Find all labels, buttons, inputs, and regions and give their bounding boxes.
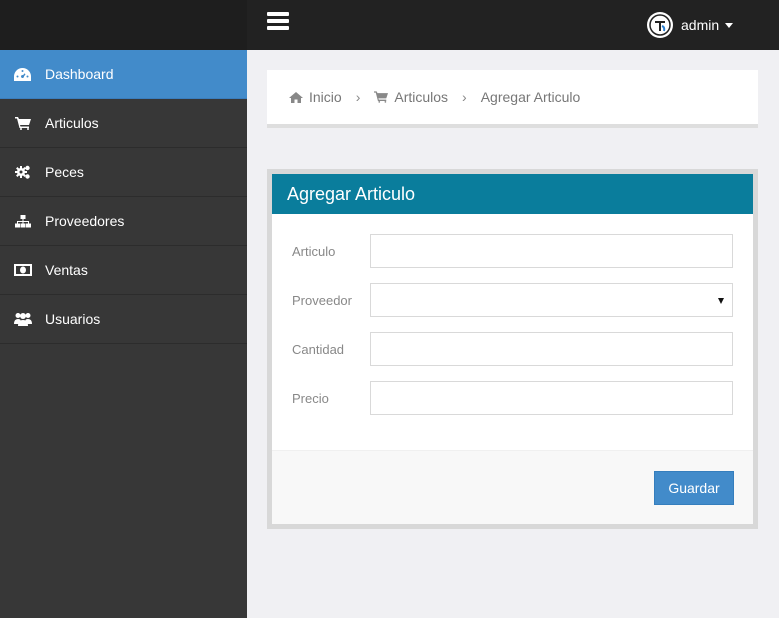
precio-label: Precio <box>292 390 329 406</box>
cart-icon <box>374 91 389 103</box>
users-icon <box>0 312 45 326</box>
cogs-icon <box>0 165 45 180</box>
sidebar-item-label: Usuarios <box>45 311 101 327</box>
sidebar: Dashboard Articulos Peces Proveedores Ve… <box>0 50 247 618</box>
breadcrumb-current: Agregar Articulo <box>480 89 581 105</box>
form-row-articulo: Articulo <box>292 234 733 268</box>
proveedor-label: Proveedor <box>292 292 352 308</box>
panel-body: Agregar Articulo Articulo Proveedor Cant… <box>272 174 753 524</box>
add-article-panel: Agregar Articulo Articulo Proveedor Cant… <box>267 169 758 529</box>
breadcrumb-articulos[interactable]: Articulos <box>374 89 448 105</box>
panel-title: Agregar Articulo <box>272 174 753 214</box>
user-avatar-icon <box>647 12 673 38</box>
sidebar-item-label: Articulos <box>45 115 99 131</box>
form-row-precio: Precio <box>292 381 733 415</box>
add-article-form: Articulo Proveedor Cantidad Precio <box>272 214 753 450</box>
articulo-label: Articulo <box>292 243 336 259</box>
sidebar-item-ventas[interactable]: Ventas <box>0 246 247 295</box>
sidebar-item-label: Ventas <box>45 262 88 278</box>
brand-area <box>0 0 247 50</box>
form-row-cantidad: Cantidad <box>292 332 733 366</box>
cantidad-input[interactable] <box>370 332 733 366</box>
sidebar-item-label: Peces <box>45 164 84 180</box>
cart-icon <box>0 116 45 130</box>
sidebar-item-usuarios[interactable]: Usuarios <box>0 295 247 344</box>
articulo-input[interactable] <box>370 234 733 268</box>
app-root: admin Dashboard Articulos Peces Proveedo… <box>0 0 779 618</box>
breadcrumb-articulos-label: Articulos <box>394 89 449 105</box>
breadcrumb-separator: › <box>462 89 467 105</box>
precio-input[interactable] <box>370 381 733 415</box>
money-icon <box>0 264 45 276</box>
breadcrumb-separator: › <box>355 89 361 105</box>
proveedor-select[interactable] <box>370 283 733 317</box>
form-row-proveedor: Proveedor <box>292 283 733 317</box>
cantidad-label: Cantidad <box>292 341 345 357</box>
sidebar-item-peces[interactable]: Peces <box>0 148 247 197</box>
top-navbar: admin <box>0 0 779 50</box>
dashboard-icon <box>0 67 45 81</box>
save-button[interactable]: Guardar <box>654 471 734 505</box>
sitemap-icon <box>0 214 45 228</box>
hamburger-icon[interactable] <box>267 12 289 32</box>
breadcrumb-home[interactable]: Inicio <box>289 89 342 105</box>
sidebar-item-proveedores[interactable]: Proveedores <box>0 197 247 246</box>
user-name: admin <box>681 17 720 33</box>
user-menu[interactable]: admin <box>647 11 734 39</box>
home-icon <box>289 91 303 103</box>
panel-footer: Guardar <box>272 450 753 524</box>
caret-down-icon <box>725 22 734 28</box>
sidebar-item-label: Dashboard <box>45 66 114 82</box>
sidebar-item-articulos[interactable]: Articulos <box>0 99 247 148</box>
breadcrumb: Inicio › Articulos › Agregar Articulo <box>267 70 758 128</box>
sidebar-item-dashboard[interactable]: Dashboard <box>0 50 247 99</box>
breadcrumb-home-label: Inicio <box>309 89 342 105</box>
sidebar-item-label: Proveedores <box>45 213 125 229</box>
dropdown-arrow-icon <box>718 298 724 304</box>
